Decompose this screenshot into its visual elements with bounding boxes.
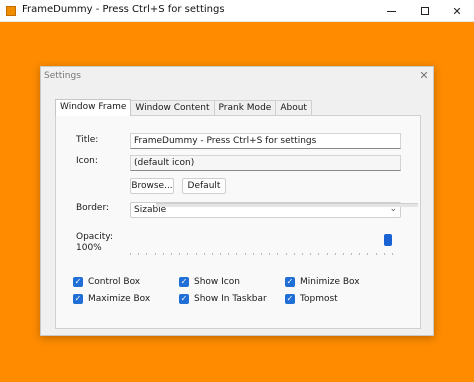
- tab-strip: Window Frame Window Content Prank Mode A…: [55, 99, 312, 116]
- close-icon: ✕: [452, 4, 462, 18]
- title-input[interactable]: FrameDummy - Press Ctrl+S for settings: [130, 133, 401, 149]
- slider-tick: [277, 253, 278, 255]
- slider-tick: [351, 253, 352, 255]
- slider-tick: [318, 253, 319, 255]
- slider-tick: [294, 253, 295, 255]
- minimize-button[interactable]: [374, 0, 408, 22]
- dialog-close-button[interactable]: ✕: [417, 69, 431, 83]
- slider-tick: [384, 253, 385, 255]
- minimize-box-checkbox[interactable]: ✓ Minimize Box: [285, 276, 360, 288]
- checkmark-icon: ✓: [73, 294, 83, 304]
- slider-tick: [204, 253, 205, 255]
- checkbox-label: Show In Taskbar: [194, 294, 267, 304]
- slider-tick: [138, 253, 139, 255]
- checkmark-icon: ✓: [285, 277, 295, 287]
- close-button[interactable]: ✕: [440, 0, 474, 22]
- slider-tick: [228, 253, 229, 255]
- slider-tick: [261, 253, 262, 255]
- show-icon-checkbox[interactable]: ✓ Show Icon: [179, 276, 240, 288]
- slider-tick: [163, 253, 164, 255]
- slider-tick: [286, 253, 287, 255]
- slider-tick: [220, 253, 221, 255]
- control-box-checkbox[interactable]: ✓ Control Box: [73, 276, 140, 288]
- slider-tick: [302, 253, 303, 255]
- checkmark-icon: ✓: [285, 294, 295, 304]
- slider-tick: [130, 253, 131, 255]
- browse-button[interactable]: Browse...: [130, 178, 174, 194]
- slider-tick: [171, 253, 172, 255]
- maximize-icon: [421, 7, 429, 15]
- slider-tick: [310, 253, 311, 255]
- window-titlebar[interactable]: FrameDummy - Press Ctrl+S for settings ✕: [0, 0, 474, 22]
- tab-window-content[interactable]: Window Content: [130, 100, 215, 116]
- frame-dummy-window: FrameDummy - Press Ctrl+S for settings ✕…: [0, 0, 474, 382]
- checkmark-icon: ✓: [179, 277, 189, 287]
- opacity-slider-track[interactable]: [156, 203, 418, 207]
- checkbox-label: Show Icon: [194, 277, 240, 287]
- slider-tick: [269, 253, 270, 255]
- icon-path-field: (default icon): [130, 155, 401, 171]
- slider-tick: [187, 253, 188, 255]
- checkmark-icon: ✓: [73, 277, 83, 287]
- checkbox-label: Control Box: [88, 277, 141, 287]
- slider-tick: [155, 253, 156, 255]
- slider-tick: [335, 253, 336, 255]
- border-label: Border:: [76, 203, 110, 213]
- app-icon: [6, 6, 16, 16]
- dialog-title: Settings: [44, 71, 81, 81]
- opacity-value: 100%: [76, 243, 102, 253]
- checkbox-label: Minimize Box: [300, 277, 360, 287]
- window-title: FrameDummy - Press Ctrl+S for settings: [22, 4, 225, 15]
- slider-tick: [196, 253, 197, 255]
- slider-tick: [392, 253, 393, 255]
- opacity-slider-thumb[interactable]: [384, 234, 392, 246]
- default-icon-button[interactable]: Default: [182, 178, 226, 194]
- slider-tick: [327, 253, 328, 255]
- maximize-button[interactable]: [408, 0, 442, 22]
- slider-tick: [376, 253, 377, 255]
- slider-tick: [245, 253, 246, 255]
- slider-tick: [253, 253, 254, 255]
- checkbox-label: Maximize Box: [88, 294, 151, 304]
- settings-dialog: Settings ✕ Window Frame Window Content P…: [40, 66, 434, 336]
- checkbox-label: Topmost: [300, 294, 338, 304]
- slider-tick: [359, 253, 360, 255]
- slider-tick: [179, 253, 180, 255]
- slider-tick: [343, 253, 344, 255]
- title-label: Title:: [76, 135, 99, 145]
- minimize-icon: [386, 10, 396, 12]
- checkmark-icon: ✓: [179, 294, 189, 304]
- slider-tick: [146, 253, 147, 255]
- maximize-box-checkbox[interactable]: ✓ Maximize Box: [73, 293, 150, 305]
- icon-label: Icon:: [76, 156, 98, 166]
- close-icon: ✕: [419, 69, 429, 82]
- tab-prank-mode[interactable]: Prank Mode: [213, 100, 277, 116]
- topmost-checkbox[interactable]: ✓ Topmost: [285, 293, 338, 305]
- slider-tick: [236, 253, 237, 255]
- tab-window-frame[interactable]: Window Frame: [55, 99, 132, 116]
- opacity-label: Opacity:: [76, 232, 113, 242]
- show-in-taskbar-checkbox[interactable]: ✓ Show In Taskbar: [179, 293, 267, 305]
- slider-tick: [212, 253, 213, 255]
- tab-about[interactable]: About: [275, 100, 312, 116]
- slider-tick: [367, 253, 368, 255]
